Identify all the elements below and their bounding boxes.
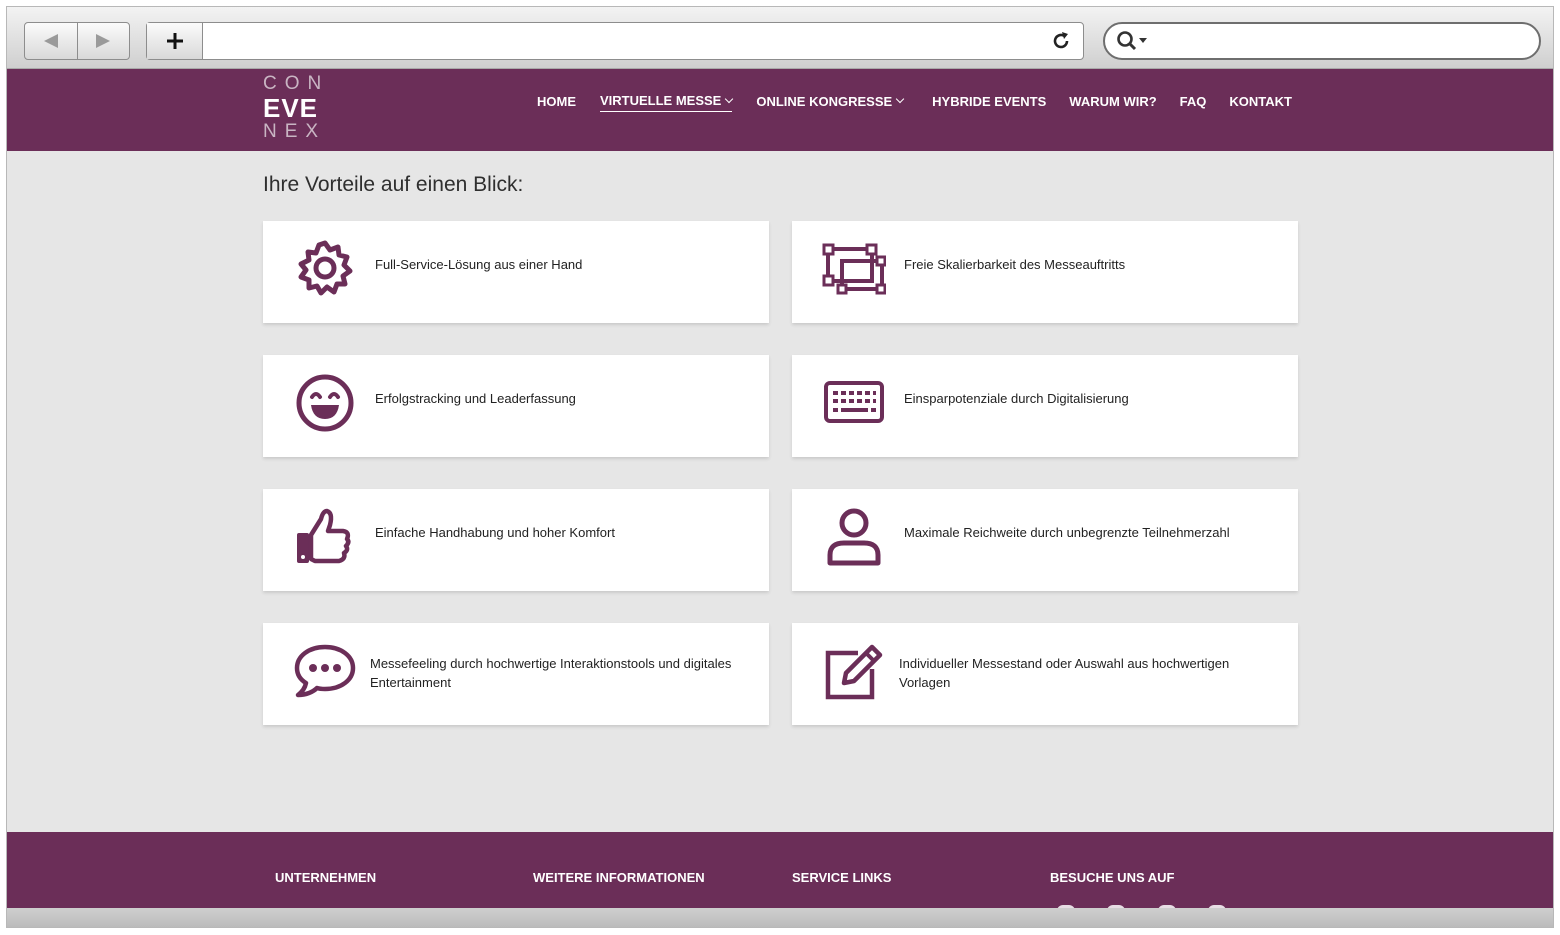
chevron-down-icon (725, 94, 734, 103)
gear-icon (298, 240, 353, 296)
benefit-card: Messefeeling durch hochwertige Interakti… (263, 623, 769, 725)
nav-home[interactable]: HOME (537, 93, 576, 112)
back-button[interactable] (25, 23, 78, 59)
main-navigation: HOME VIRTUELLE MESSE ONLINE KONGRESSE HY… (537, 93, 1292, 112)
chevron-down-icon (895, 94, 905, 104)
footer-heading-service-links: SERVICE LINKS (792, 870, 892, 885)
footer-heading-weitere-informationen: WEITERE INFORMATIONEN (533, 870, 705, 885)
logo-text-top: CON (263, 73, 330, 94)
nav-warum-wir-label: WARUM WIR? (1069, 93, 1157, 109)
url-input[interactable] (203, 23, 1039, 59)
nav-virtuelle-messe-label: VIRTUELLE MESSE (600, 93, 722, 108)
footer-heading-besuche-uns-auf: BESUCHE UNS AUF (1050, 870, 1175, 885)
plus-icon (166, 33, 183, 49)
benefit-text: Freie Skalierbarkeit des Messeauftritts (904, 257, 1126, 272)
thumbs-up-icon (297, 508, 351, 564)
site-footer: UNTERNEHMEN WEITERE INFORMATIONEN SERVIC… (7, 832, 1553, 911)
nav-kontakt-label: KONTAKT (1229, 93, 1292, 109)
benefit-card: Freie Skalierbarkeit des Messeauftritts (792, 221, 1298, 323)
connex-logo[interactable]: CON EVE NEX (263, 73, 337, 145)
nav-virtuelle-messe[interactable]: VIRTUELLE MESSE (600, 93, 734, 112)
scale-frame-icon (822, 243, 886, 295)
benefit-card: Einfache Handhabung und hoher Komfort (263, 489, 769, 591)
nav-hybride-events[interactable]: HYBRIDE EVENTS (932, 93, 1046, 112)
benefit-card: Full-Service-Lösung aus einer Hand (263, 221, 769, 323)
main-content: Ihre Vorteile auf einen Blick: Full-Serv… (7, 151, 1553, 832)
forward-arrow-icon (96, 34, 111, 48)
benefit-text: Einsparpotenziale durch Digitalisierung (904, 391, 1129, 406)
logo-text-bottom: NEX (263, 121, 327, 142)
benefit-text: Einfache Handhabung und hoher Komfort (375, 525, 615, 540)
edit-icon (825, 644, 883, 700)
benefit-card: Individueller Messestand oder Auswahl au… (792, 623, 1298, 725)
browser-toolbar (7, 7, 1553, 69)
search-icon[interactable] (1115, 30, 1151, 52)
browser-search-bar (1103, 22, 1541, 60)
reload-button[interactable] (1039, 23, 1083, 59)
browser-search-input[interactable] (1151, 33, 1539, 49)
address-bar (146, 22, 1084, 60)
history-buttons (24, 22, 130, 60)
keyboard-icon (824, 381, 884, 423)
back-arrow-icon (43, 34, 58, 48)
benefit-card: Einsparpotenziale durch Digitalisierung (792, 355, 1298, 457)
benefit-text: Erfolgstracking und Leaderfassung (375, 391, 576, 406)
benefit-card: Maximale Reichweite durch unbegrenzte Te… (792, 489, 1298, 591)
nav-warum-wir[interactable]: WARUM WIR? (1069, 93, 1156, 112)
nav-home-label: HOME (537, 93, 576, 109)
benefit-text: Full-Service-Lösung aus einer Hand (375, 257, 583, 272)
site-header: CON EVE NEX HOME VIRTUELLE MESSE ONLINE … (7, 69, 1553, 151)
nav-faq-label: FAQ (1179, 93, 1207, 109)
nav-faq[interactable]: FAQ (1180, 93, 1207, 112)
forward-button[interactable] (78, 23, 130, 59)
footer-heading-unternehmen: UNTERNEHMEN (275, 870, 377, 885)
browser-bottom-bar (7, 908, 1553, 927)
smiley-icon (296, 374, 354, 432)
chat-bubble-icon (294, 644, 356, 698)
benefits-grid: Full-Service-Lösung aus einer Hand Freie… (263, 221, 1298, 725)
new-tab-button[interactable] (147, 23, 203, 59)
nav-online-kongresse-label: ONLINE KONGRESSE (756, 93, 893, 109)
nav-online-kongresse[interactable]: ONLINE KONGRESSE (756, 93, 905, 112)
benefit-text: Messefeeling durch hochwertige Interakti… (370, 656, 732, 690)
benefit-text: Maximale Reichweite durch unbegrenzte Te… (904, 525, 1230, 540)
logo-text-middle: EVE (263, 93, 319, 123)
benefit-text: Individueller Messestand oder Auswahl au… (899, 656, 1230, 690)
nav-hybride-events-label: HYBRIDE EVENTS (932, 93, 1047, 109)
nav-kontakt[interactable]: KONTAKT (1229, 93, 1292, 112)
reload-icon (1053, 32, 1069, 49)
benefit-card: Erfolgstracking und Leaderfassung (263, 355, 769, 457)
page-heading: Ihre Vorteile auf einen Blick: (263, 173, 524, 196)
browser-window: CON EVE NEX HOME VIRTUELLE MESSE ONLINE … (6, 6, 1554, 928)
user-icon (827, 508, 881, 566)
